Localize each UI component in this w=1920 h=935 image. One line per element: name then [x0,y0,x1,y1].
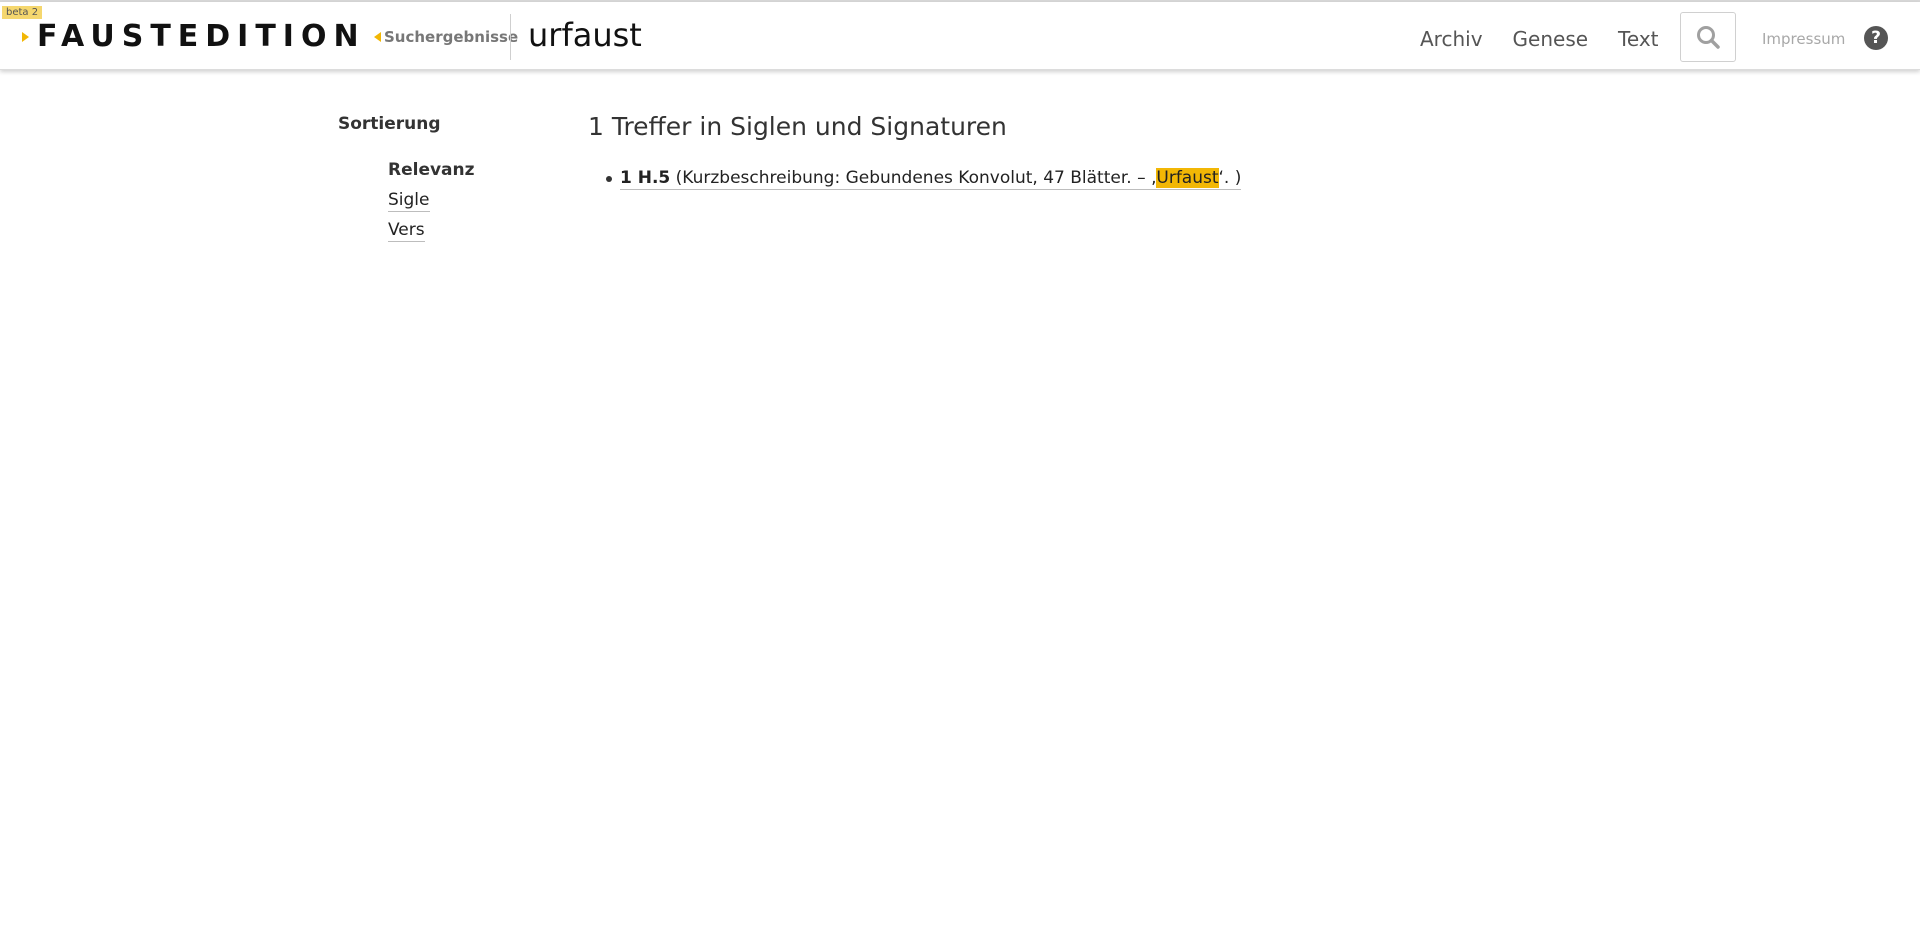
sort-heading: Sortierung [338,114,441,134]
result-sigil: 1 H.5 [620,168,671,188]
search-icon [1697,26,1720,49]
main-navigation: Archiv Genese Text [1420,26,1659,52]
help-icon[interactable]: ? [1864,26,1888,50]
breadcrumb-suchergebnisse: Suchergebnisse [384,28,519,46]
faustedition-logo-link[interactable]: FAUSTEDITION [22,20,381,54]
nav-archiv-link[interactable]: Archiv [1420,26,1483,52]
logo-triangle-left-icon [373,32,381,42]
nav-genese-link[interactable]: Genese [1513,26,1589,52]
header-divider [510,14,511,60]
sort-sigle-link[interactable]: Sigle [388,190,430,212]
page-title: urfaust [528,16,642,54]
site-header: beta 2 FAUSTEDITION Suchergebnisse urfau… [0,2,1920,70]
results-list: 1 H.5 (Kurzbeschreibung: Gebundenes Konv… [606,165,1242,191]
search-button[interactable] [1680,12,1736,62]
logo-triangle-right-icon [22,32,29,42]
results-heading: 1 Treffer in Siglen und Signaturen [588,112,1007,141]
bullet-icon [606,176,612,182]
result-item: 1 H.5 (Kurzbeschreibung: Gebundenes Konv… [606,165,1242,191]
impressum-link[interactable]: Impressum [1762,30,1845,48]
logo-text: FAUSTEDITION [37,19,366,54]
sort-vers-link[interactable]: Vers [388,220,425,242]
sort-options: Relevanz Sigle Vers [388,160,475,250]
result-link[interactable]: 1 H.5 (Kurzbeschreibung: Gebundenes Konv… [620,168,1242,190]
nav-text-link[interactable]: Text [1618,26,1658,52]
result-description-after: ‘. ) [1218,168,1242,188]
sort-option-vers: Vers [388,220,475,250]
beta-badge: beta 2 [2,6,43,19]
sort-option-relevanz: Relevanz [388,160,475,190]
result-highlight: Urfaust [1156,168,1219,188]
sort-option-sigle: Sigle [388,190,475,220]
result-description-before: (Kurzbeschreibung: Gebundenes Konvolut, … [670,168,1157,188]
sort-relevanz-label: Relevanz [388,160,475,180]
